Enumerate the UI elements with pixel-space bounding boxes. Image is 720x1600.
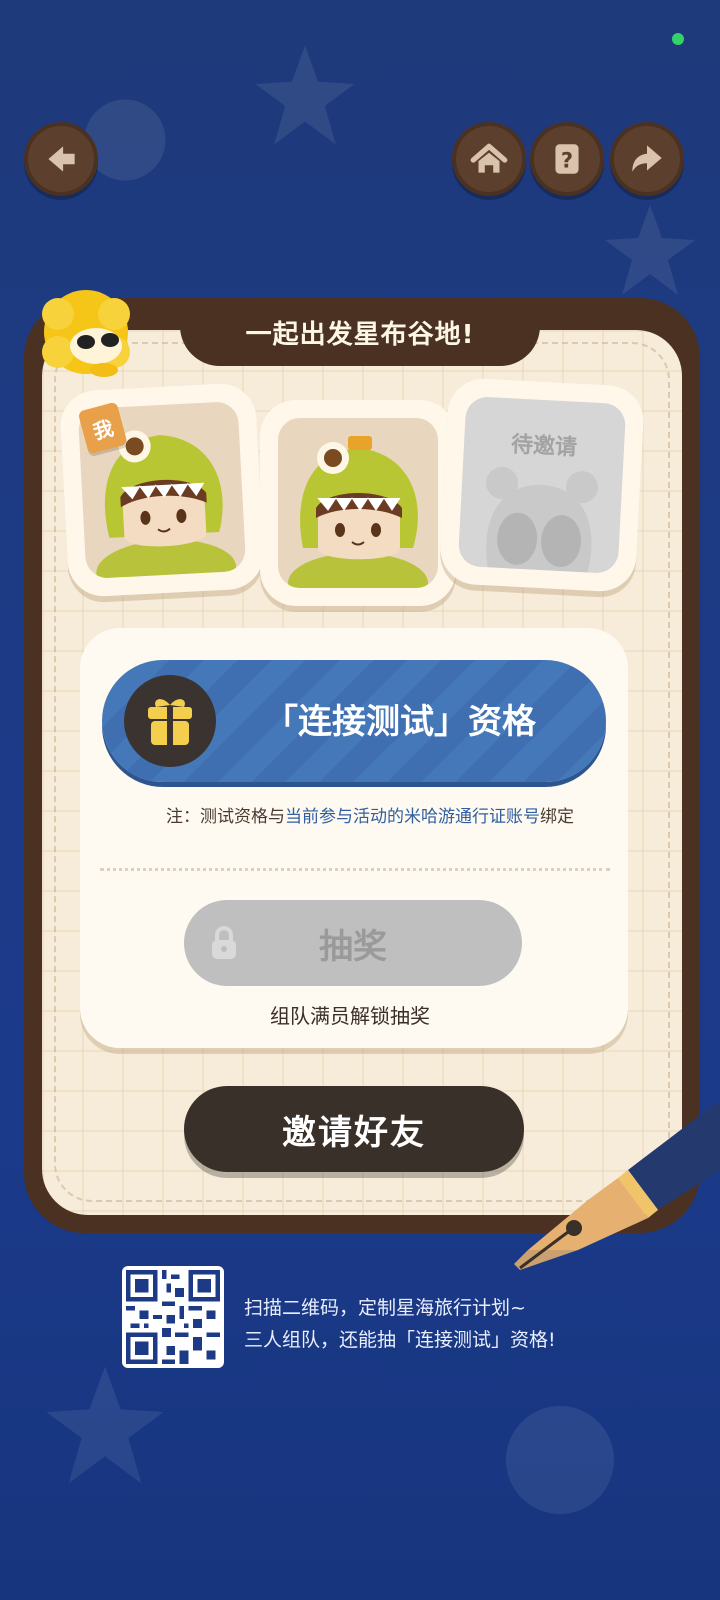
home-icon xyxy=(470,143,508,173)
teammate-avatar xyxy=(278,418,438,588)
team-slot-1[interactable]: 我 xyxy=(67,390,257,590)
team-slot-2[interactable] xyxy=(268,408,448,598)
card-title: 一起出发星布谷地! xyxy=(245,319,475,350)
promo-text: 扫描二维码，定制星海旅行计划~ 三人组队，还能抽「连接测试」资格! xyxy=(244,1292,684,1356)
promo-line-1: 扫描二维码，定制星海旅行计划~ xyxy=(244,1297,526,1319)
panel-divider xyxy=(100,868,610,871)
svg-text:?: ? xyxy=(561,148,573,172)
card-title-tab: 一起出发星布谷地! xyxy=(180,298,540,366)
help-button[interactable]: ? xyxy=(530,122,604,196)
help-icon: ? xyxy=(555,144,579,174)
qr-code-icon[interactable] xyxy=(122,1266,224,1368)
prize-label: 「连接测试」资格 xyxy=(264,702,536,742)
background-star-decoration xyxy=(255,45,355,145)
binding-note: 注：测试资格与当前参与活动的米哈游通行证账号绑定 xyxy=(100,802,640,827)
gift-icon xyxy=(148,699,192,745)
gift-badge xyxy=(124,675,216,767)
team-slot-3[interactable]: 待邀请 xyxy=(447,385,637,585)
invite-friends-button[interactable]: 邀请好友 xyxy=(184,1086,524,1172)
share-icon xyxy=(632,145,662,172)
share-button[interactable] xyxy=(610,122,684,196)
note-prefix: 注：测试资格与 xyxy=(166,807,285,827)
back-button[interactable] xyxy=(24,122,98,196)
home-button[interactable] xyxy=(452,122,526,196)
pending-slot: 待邀请 xyxy=(457,395,627,575)
unlock-hint: 组队满员解锁抽奖 xyxy=(270,1004,430,1028)
lion-mascot-icon xyxy=(42,290,130,377)
background-star-decoration xyxy=(46,1366,164,1484)
lock-icon xyxy=(212,926,236,959)
invite-button-label: 邀请好友 xyxy=(282,1112,426,1153)
note-suffix: 绑定 xyxy=(540,807,574,827)
background-star-decoration xyxy=(605,205,695,295)
status-indicator xyxy=(672,33,684,45)
background-star-decoration xyxy=(506,1406,614,1514)
draw-button-label: 抽奖 xyxy=(319,926,387,967)
account-link[interactable]: 当前参与活动的米哈游通行证账号 xyxy=(285,807,540,827)
fountain-pen-icon xyxy=(514,1100,720,1270)
promo-line-2: 三人组队，还能抽「连接测试」资格! xyxy=(244,1329,556,1351)
back-arrow-icon xyxy=(48,146,75,172)
